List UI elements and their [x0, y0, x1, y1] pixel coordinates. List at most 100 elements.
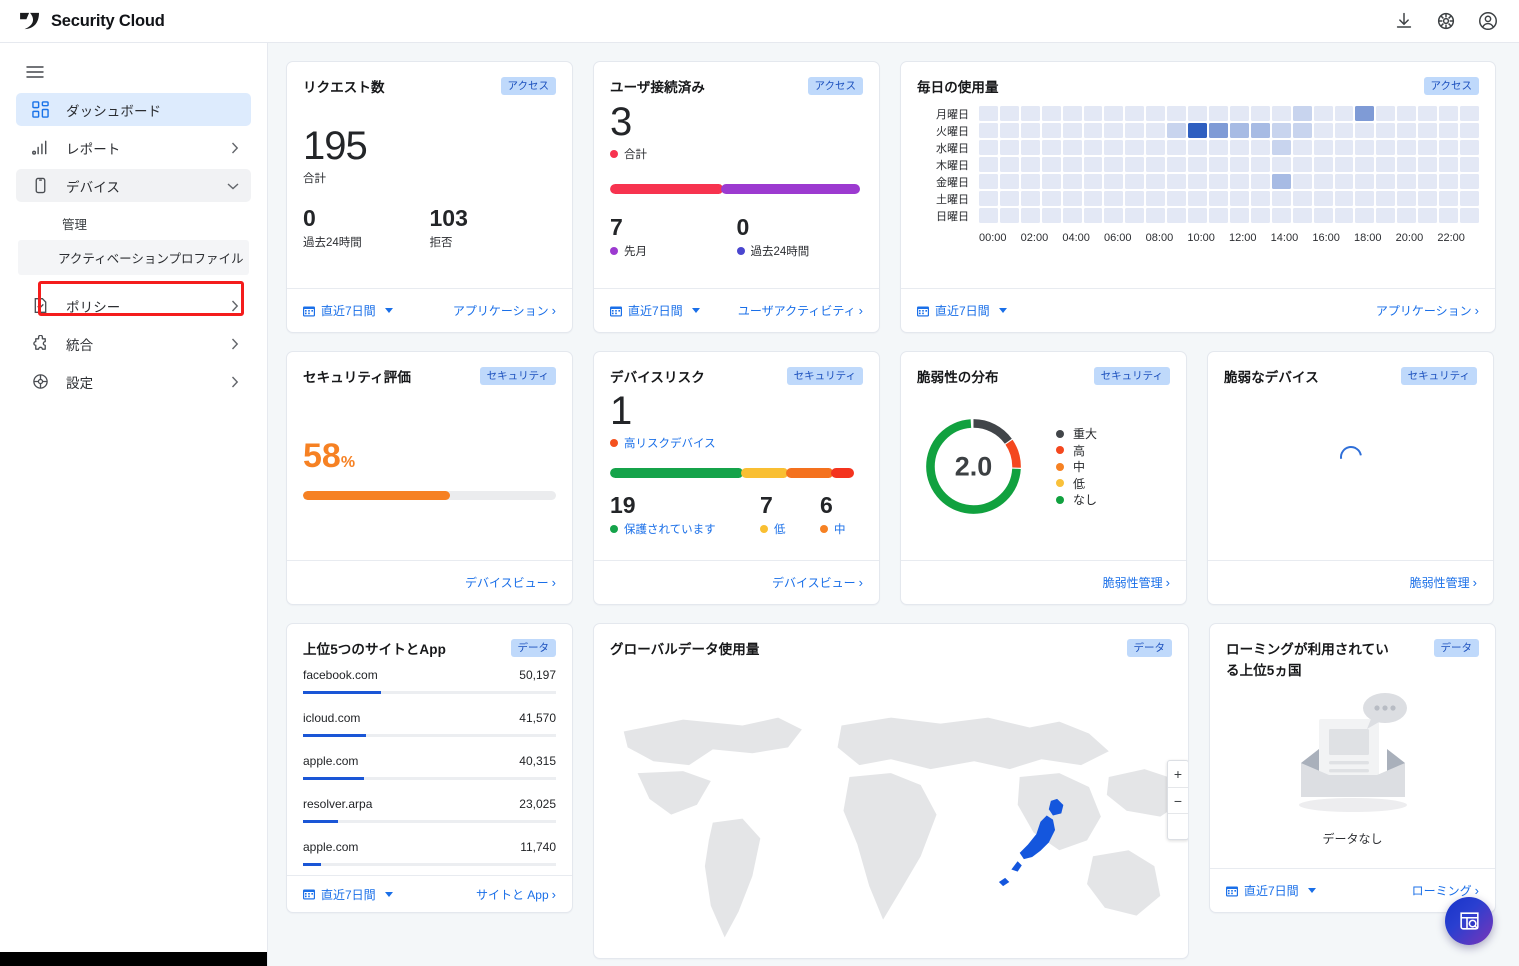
- heatmap-cell[interactable]: [1250, 140, 1270, 155]
- heatmap-cell[interactable]: [1083, 174, 1103, 189]
- heatmap-cell[interactable]: [1292, 140, 1312, 155]
- heatmap-cell[interactable]: [1020, 191, 1040, 206]
- heatmap-cell[interactable]: [1167, 140, 1187, 155]
- heatmap-cell[interactable]: [1104, 140, 1124, 155]
- heatmap-cell[interactable]: [1041, 123, 1061, 138]
- heatmap-cell[interactable]: [1313, 208, 1333, 223]
- heatmap-cell[interactable]: [1313, 106, 1333, 121]
- heatmap-cell[interactable]: [1313, 140, 1333, 155]
- heatmap-cell[interactable]: [1146, 106, 1166, 121]
- heatmap-cell[interactable]: [1020, 123, 1040, 138]
- heatmap-cell[interactable]: [1397, 191, 1417, 206]
- heatmap-cell[interactable]: [1250, 106, 1270, 121]
- heatmap-cell[interactable]: [1334, 123, 1354, 138]
- sidebar-item-reports[interactable]: レポート: [16, 131, 251, 164]
- heatmap-cell[interactable]: [1250, 174, 1270, 189]
- heatmap-cell[interactable]: [1334, 106, 1354, 121]
- heatmap-cell[interactable]: [1020, 140, 1040, 155]
- heatmap-cell[interactable]: [1083, 191, 1103, 206]
- heatmap-cell[interactable]: [1083, 106, 1103, 121]
- heatmap-cell[interactable]: [1334, 140, 1354, 155]
- hamburger-icon[interactable]: [0, 51, 267, 89]
- heatmap-cell[interactable]: [1271, 157, 1291, 172]
- heatmap-cell[interactable]: [1167, 174, 1187, 189]
- heatmap-cell[interactable]: [1334, 191, 1354, 206]
- heatmap-cell[interactable]: [1167, 208, 1187, 223]
- heatmap-cell[interactable]: [1125, 123, 1145, 138]
- heatmap-cell[interactable]: [1250, 157, 1270, 172]
- heatmap-cell[interactable]: [1125, 140, 1145, 155]
- heatmap-cell[interactable]: [999, 106, 1019, 121]
- heatmap-cell[interactable]: [1062, 140, 1082, 155]
- heatmap-cell[interactable]: [1418, 123, 1438, 138]
- heatmap-cell[interactable]: [1460, 191, 1479, 206]
- heatmap-cell[interactable]: [1439, 106, 1459, 121]
- link-device-view[interactable]: デバイスビュー ›: [465, 574, 556, 591]
- heatmap-cell[interactable]: [1271, 106, 1291, 121]
- heatmap-cell[interactable]: [1418, 157, 1438, 172]
- link-vulnerability-management[interactable]: 脆弱性管理 ›: [1410, 574, 1477, 591]
- heatmap-cell[interactable]: [1355, 191, 1375, 206]
- download-icon[interactable]: [1393, 10, 1415, 32]
- heatmap-cell[interactable]: [979, 123, 998, 138]
- heatmap-cell[interactable]: [1020, 174, 1040, 189]
- heatmap-cell[interactable]: [1041, 157, 1061, 172]
- heatmap-cell[interactable]: [1020, 106, 1040, 121]
- heatmap-cell[interactable]: [1460, 140, 1479, 155]
- heatmap-cell[interactable]: [1460, 157, 1479, 172]
- heatmap-cell[interactable]: [1292, 208, 1312, 223]
- heatmap-cell[interactable]: [1292, 123, 1312, 138]
- heatmap-cell[interactable]: [1397, 157, 1417, 172]
- heatmap-cell[interactable]: [1460, 123, 1479, 138]
- heatmap-cell[interactable]: [1083, 208, 1103, 223]
- heatmap-cell[interactable]: [1041, 191, 1061, 206]
- heatmap-cell[interactable]: [1229, 191, 1249, 206]
- heatmap-cell[interactable]: [979, 191, 998, 206]
- heatmap-cell[interactable]: [1209, 157, 1228, 172]
- heatmap-cell[interactable]: [1355, 174, 1375, 189]
- site-list-item[interactable]: apple.com 11,740: [303, 832, 556, 866]
- heatmap-cell[interactable]: [1355, 123, 1375, 138]
- heatmap-cell[interactable]: [979, 174, 998, 189]
- heatmap-cell[interactable]: [1209, 140, 1228, 155]
- heatmap-cell[interactable]: [1250, 208, 1270, 223]
- account-icon[interactable]: [1477, 10, 1499, 32]
- heatmap-cell[interactable]: [1146, 123, 1166, 138]
- heatmap-cell[interactable]: [1376, 174, 1396, 189]
- heatmap-cell[interactable]: [1439, 140, 1459, 155]
- heatmap-cell[interactable]: [1313, 191, 1333, 206]
- heatmap-cell[interactable]: [1167, 123, 1187, 138]
- heatmap-cell[interactable]: [1041, 106, 1061, 121]
- heatmap-cell[interactable]: [1439, 208, 1459, 223]
- heatmap-cell[interactable]: [979, 208, 998, 223]
- heatmap-cell[interactable]: [1271, 191, 1291, 206]
- map-zoom-out-button[interactable]: −: [1168, 787, 1188, 813]
- heatmap-cell[interactable]: [1376, 208, 1396, 223]
- heatmap-cell[interactable]: [1188, 106, 1208, 121]
- heatmap-cell[interactable]: [1229, 123, 1249, 138]
- link-vulnerability-management[interactable]: 脆弱性管理 ›: [1103, 574, 1170, 591]
- site-list-item[interactable]: apple.com 40,315: [303, 746, 556, 780]
- brand[interactable]: Security Cloud: [0, 12, 268, 31]
- link-device-view[interactable]: デバイスビュー ›: [772, 574, 863, 591]
- heatmap-cell[interactable]: [1355, 157, 1375, 172]
- date-range-selector[interactable]: 直近7日間: [1226, 882, 1316, 899]
- sidebar-item-policy[interactable]: ポリシー: [16, 289, 251, 322]
- heatmap-cell[interactable]: [1271, 208, 1291, 223]
- heatmap-cell[interactable]: [1125, 157, 1145, 172]
- heatmap-cell[interactable]: [1376, 157, 1396, 172]
- heatmap-cell[interactable]: [1125, 106, 1145, 121]
- heatmap-cell[interactable]: [1418, 208, 1438, 223]
- heatmap-cell[interactable]: [1418, 174, 1438, 189]
- heatmap-cell[interactable]: [1188, 123, 1208, 138]
- link-user-activity[interactable]: ユーザアクティビティ ›: [738, 302, 863, 319]
- heatmap-cell[interactable]: [979, 157, 998, 172]
- heatmap-cell[interactable]: [1397, 174, 1417, 189]
- heatmap-cell[interactable]: [1439, 157, 1459, 172]
- map-zoom-reset-button[interactable]: [1168, 813, 1188, 839]
- heatmap-cell[interactable]: [1271, 123, 1291, 138]
- heatmap-cell[interactable]: [1397, 123, 1417, 138]
- heatmap-cell[interactable]: [1334, 157, 1354, 172]
- world-map[interactable]: [594, 682, 1188, 958]
- heatmap-cell[interactable]: [1418, 191, 1438, 206]
